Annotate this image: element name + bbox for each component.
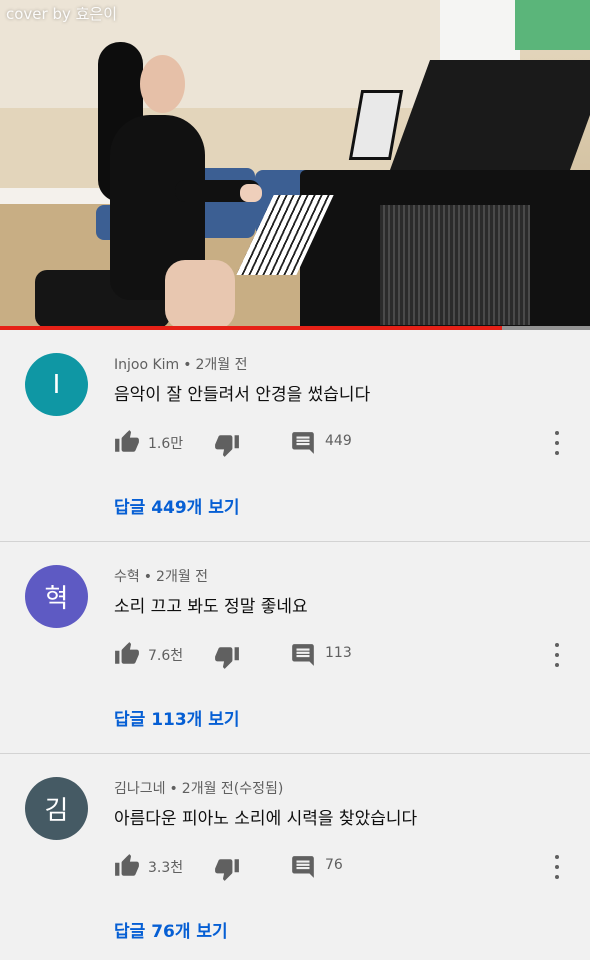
video-player[interactable]: cover by 효은이 [0,0,590,330]
avatar-letter: 김 [44,796,69,826]
comment-meta: 수혁 • 2개월 전 [114,566,208,586]
piano-strings [380,205,530,325]
comment-meta: Injoo Kim • 2개월 전 [114,354,247,374]
meta-separator: • [169,781,178,797]
pianist-head [140,55,185,113]
reply-count: 76 [325,857,343,873]
like-count: 1.6만 [148,436,184,452]
comment-author[interactable]: Injoo Kim [114,357,179,373]
comment-text: 음악이 잘 안들려서 안경을 썼습니다 [114,385,371,405]
more-vert-icon[interactable] [552,855,562,879]
meta-separator: • [143,569,153,585]
pianist-hand [240,184,262,202]
comment-actions: 1.6만 449 [114,429,584,457]
avatar[interactable]: 혁 [25,565,88,628]
comment-text: 아름다운 피아노 소리에 시력을 찾았습니다 [114,809,418,829]
pianist-leg [165,260,235,330]
comment-actions: 7.6천 113 [114,641,584,669]
video-caption: cover by 효은이 [6,5,118,23]
view-replies-link[interactable]: 답글 76개 보기 [114,917,228,942]
comment-icon[interactable] [290,430,316,456]
thumb-up-icon[interactable] [114,429,140,455]
comment-time: 2개월 전 [195,357,248,373]
comment-icon[interactable] [290,854,316,880]
comment-item: 김 김나그네 • 2개월 전(수정됨) 아름다운 피아노 소리에 시력을 찾았습니다… [0,754,590,960]
avatar[interactable]: 김 [25,777,88,840]
comment-item: 혁 수혁 • 2개월 전 소리 끄고 봐도 정말 좋네요 7.6천 113 답글 1… [0,542,590,754]
more-vert-icon[interactable] [552,431,562,455]
meta-separator: • [183,357,192,373]
reply-count: 113 [325,645,352,661]
reply-count: 449 [325,433,352,449]
comment-actions: 3.3천 76 [114,853,584,881]
avatar[interactable]: I [25,353,88,416]
avatar-letter: I [52,369,61,400]
comment-time: 2개월 전 [156,569,209,585]
view-replies-link[interactable]: 답글 449개 보기 [114,493,240,518]
avatar-letter: 혁 [44,584,69,614]
like-count: 7.6천 [148,648,184,664]
comment-time: 2개월 전(수정됨) [181,781,284,797]
thumb-up-icon[interactable] [114,853,140,879]
comment-meta: 김나그네 • 2개월 전(수정됨) [114,778,283,798]
like-count: 3.3천 [148,860,184,876]
comment-text: 소리 끄고 봐도 정말 좋네요 [114,597,308,617]
comment-item: I Injoo Kim • 2개월 전 음악이 잘 안들려서 안경을 썼습니다 1.… [0,330,590,542]
more-vert-icon[interactable] [552,643,562,667]
comment-icon[interactable] [290,642,316,668]
view-replies-link[interactable]: 답글 113개 보기 [114,705,240,730]
comment-list: I Injoo Kim • 2개월 전 음악이 잘 안들려서 안경을 썼습니다 1.… [0,330,590,960]
thumb-down-icon[interactable] [214,432,240,458]
thumb-down-icon[interactable] [214,644,240,670]
comment-author[interactable]: 김나그네 [114,781,166,797]
thumb-up-icon[interactable] [114,641,140,667]
green-panel [515,0,590,50]
thumb-down-icon[interactable] [214,856,240,882]
comment-author[interactable]: 수혁 [114,569,140,585]
